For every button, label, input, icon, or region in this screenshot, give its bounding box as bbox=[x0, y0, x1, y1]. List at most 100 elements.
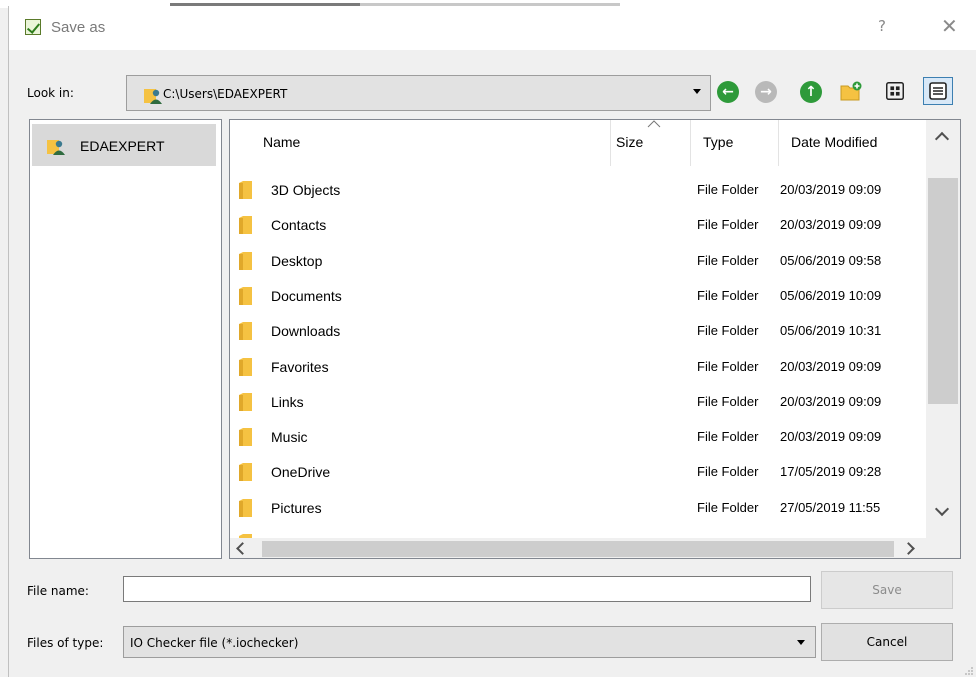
file-type-cell: File Folder bbox=[697, 393, 759, 409]
file-date-cell: 20/03/2019 09:09 bbox=[780, 393, 882, 409]
app-checkmark-icon bbox=[25, 19, 41, 35]
file-name-cell: Desktop bbox=[271, 252, 323, 269]
scroll-left-icon[interactable] bbox=[236, 542, 249, 555]
scroll-up-icon[interactable] bbox=[934, 131, 950, 147]
file-type-cell: File Folder bbox=[697, 464, 759, 480]
file-type-cell: File Folder bbox=[697, 358, 759, 374]
new-folder-icon[interactable] bbox=[839, 80, 863, 102]
files-of-type-dropdown[interactable]: IO Checker file (*.iochecker) bbox=[123, 626, 816, 658]
table-row[interactable]: Downloads File Folder 05/06/2019 10:31 bbox=[230, 314, 926, 349]
close-button[interactable]: ✕ bbox=[941, 14, 958, 38]
window-title: Save as bbox=[51, 19, 106, 36]
column-name-header[interactable]: Name bbox=[263, 134, 300, 150]
sidebar-item-edaexpert[interactable]: EDAEXPERT bbox=[32, 124, 216, 166]
detail-view-icon bbox=[929, 82, 947, 100]
sidebar-item-label: EDAEXPERT bbox=[80, 138, 165, 154]
table-row[interactable]: Pictures File Folder 27/05/2019 11:55 bbox=[230, 491, 926, 526]
column-divider[interactable] bbox=[778, 120, 779, 166]
file-name-cell: Documents bbox=[271, 287, 342, 304]
save-button[interactable]: Save bbox=[821, 571, 953, 609]
horizontal-scrollbar[interactable] bbox=[230, 538, 926, 558]
scrollbar-thumb[interactable] bbox=[928, 178, 958, 404]
vertical-scrollbar[interactable] bbox=[926, 120, 960, 538]
column-divider[interactable] bbox=[690, 120, 691, 166]
file-name-cell: Links bbox=[271, 393, 304, 410]
scrollbar-thumb[interactable] bbox=[262, 541, 894, 557]
file-name-label: File name: bbox=[27, 584, 89, 598]
folder-icon bbox=[239, 498, 252, 517]
files-of-type-value: IO Checker file (*.iochecker) bbox=[130, 636, 299, 650]
scroll-down-icon[interactable] bbox=[934, 501, 950, 517]
table-row[interactable]: Desktop File Folder 05/06/2019 09:58 bbox=[230, 244, 926, 279]
table-row[interactable]: Documents File Folder 05/06/2019 10:09 bbox=[230, 279, 926, 314]
file-name-cell: Downloads bbox=[271, 323, 341, 340]
help-button[interactable]: ? bbox=[878, 17, 886, 35]
column-divider[interactable] bbox=[610, 120, 611, 166]
file-name-cell: Favorites bbox=[271, 358, 329, 375]
file-list-view: Name Size Type Date Modified 3D Objects F… bbox=[229, 119, 961, 559]
user-folder-icon bbox=[144, 89, 162, 104]
file-date-cell: 05/06/2019 10:09 bbox=[780, 287, 882, 303]
table-row[interactable]: OneDrive File Folder 17/05/2019 09:28 bbox=[230, 455, 926, 490]
folder-icon bbox=[239, 216, 252, 235]
folder-icon bbox=[239, 181, 252, 199]
file-name-cell: OneDrive bbox=[271, 464, 331, 481]
title-bar: Save as ? ✕ bbox=[9, 6, 976, 50]
places-sidebar: EDAEXPERT bbox=[29, 119, 222, 559]
table-row[interactable]: Links File Folder 20/03/2019 09:09 bbox=[230, 385, 926, 420]
file-type-cell: File Folder bbox=[697, 429, 759, 445]
file-type-cell: File Folder bbox=[697, 252, 759, 268]
resize-grip-icon[interactable] bbox=[964, 666, 974, 676]
column-date-header[interactable]: Date Modified bbox=[791, 134, 877, 150]
file-type-cell: File Folder bbox=[697, 217, 759, 233]
table-row[interactable]: Contacts File Folder 20/03/2019 09:09 bbox=[230, 208, 926, 243]
file-name-input[interactable] bbox=[123, 576, 811, 602]
folder-icon bbox=[239, 286, 252, 305]
file-type-cell: File Folder bbox=[697, 499, 759, 515]
file-date-cell: 20/03/2019 09:09 bbox=[780, 358, 882, 374]
list-view-icon[interactable] bbox=[883, 79, 907, 103]
folder-icon bbox=[239, 322, 252, 341]
table-row[interactable]: Favorites File Folder 20/03/2019 09:09 bbox=[230, 350, 926, 385]
file-date-cell: 20/03/2019 09:09 bbox=[780, 429, 882, 445]
column-type-header[interactable]: Type bbox=[703, 134, 733, 150]
detail-view-button[interactable] bbox=[923, 77, 953, 105]
sort-caret-icon bbox=[647, 120, 661, 128]
file-date-cell: 05/06/2019 10:31 bbox=[780, 323, 882, 339]
cancel-button[interactable]: Cancel bbox=[821, 623, 953, 661]
look-in-label: Look in: bbox=[27, 86, 74, 100]
file-date-cell: 20/03/2019 09:09 bbox=[780, 217, 882, 233]
scroll-right-icon[interactable] bbox=[902, 542, 915, 555]
save-as-dialog: Save as ? ✕ Look in: C:\Users\EDAEXPERT … bbox=[8, 6, 976, 677]
files-of-type-label: Files of type: bbox=[27, 636, 104, 650]
table-row[interactable]: 3D Objects File Folder 20/03/2019 09:09 bbox=[230, 173, 926, 208]
dropdown-arrow-icon[interactable] bbox=[797, 640, 805, 645]
folder-icon bbox=[239, 428, 252, 447]
scrollbar-corner bbox=[926, 538, 960, 558]
forward-arrow-icon[interactable]: → bbox=[755, 81, 777, 103]
folder-icon bbox=[239, 357, 252, 376]
column-size-header[interactable]: Size bbox=[616, 134, 643, 150]
folder-icon bbox=[239, 392, 252, 411]
file-type-cell: File Folder bbox=[697, 287, 759, 303]
file-date-cell: 17/05/2019 09:28 bbox=[780, 464, 882, 480]
back-arrow-icon[interactable]: ← bbox=[717, 81, 739, 103]
folder-icon bbox=[239, 463, 252, 482]
file-type-cell: File Folder bbox=[697, 182, 759, 197]
file-name-cell: Pictures bbox=[271, 499, 322, 516]
up-arrow-icon[interactable]: ↑ bbox=[800, 81, 822, 103]
look-in-dropdown[interactable]: C:\Users\EDAEXPERT bbox=[126, 75, 711, 111]
dropdown-arrow-icon[interactable] bbox=[693, 89, 701, 94]
file-date-cell: 27/05/2019 11:55 bbox=[780, 499, 881, 515]
file-name-cell: Music bbox=[271, 429, 308, 446]
file-name-cell: 3D Objects bbox=[271, 182, 341, 198]
file-date-cell: 05/06/2019 09:58 bbox=[780, 252, 882, 268]
file-name-cell: Contacts bbox=[271, 217, 327, 234]
table-row[interactable]: Music File Folder 20/03/2019 09:09 bbox=[230, 420, 926, 455]
file-date-cell: 20/03/2019 09:09 bbox=[780, 182, 882, 197]
user-folder-icon bbox=[47, 140, 65, 155]
folder-icon bbox=[239, 251, 252, 270]
column-header: Name Size Type Date Modified bbox=[230, 120, 926, 166]
look-in-path: C:\Users\EDAEXPERT bbox=[163, 87, 288, 101]
file-type-cell: File Folder bbox=[697, 323, 759, 339]
